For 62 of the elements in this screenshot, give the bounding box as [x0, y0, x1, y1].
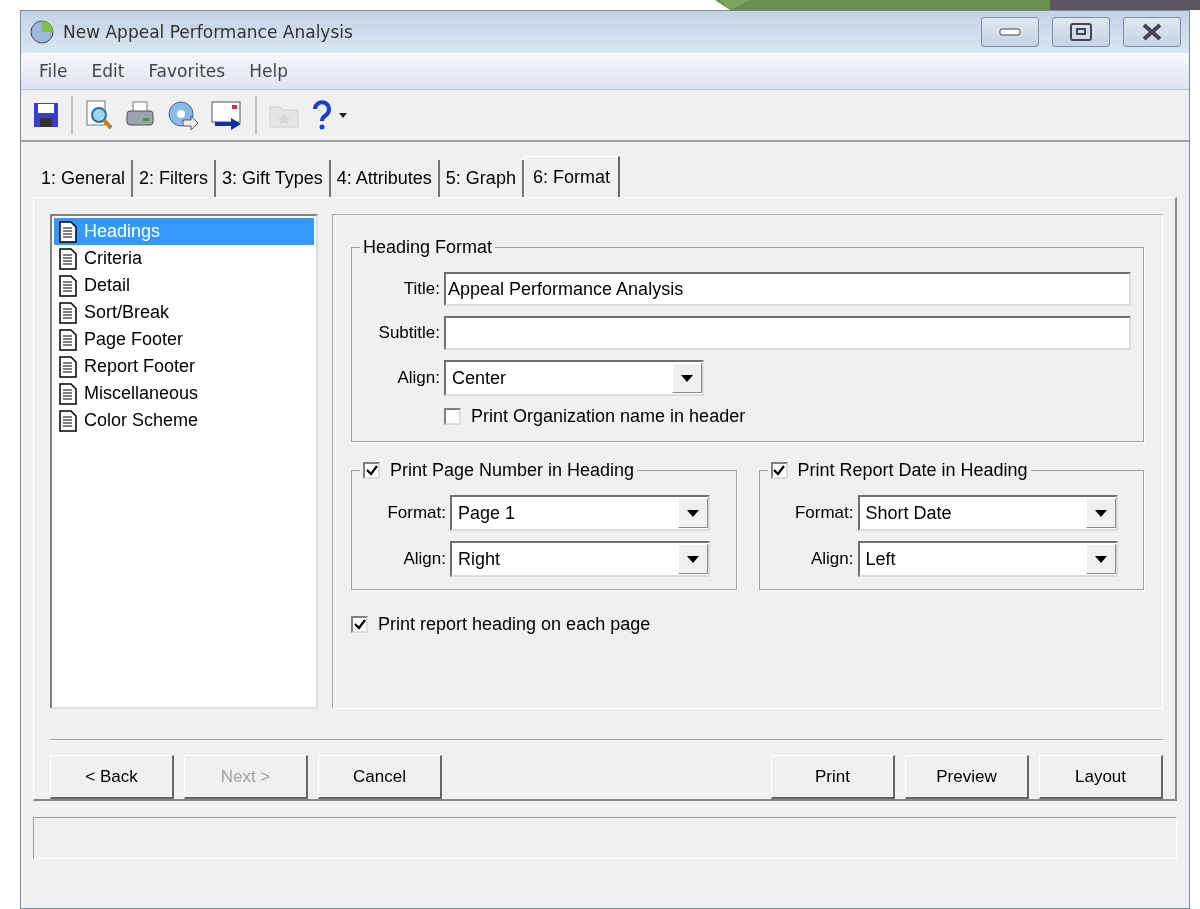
list-item[interactable]: Report Footer: [54, 353, 314, 380]
action-button[interactable]: Layout: [1039, 755, 1163, 799]
minimize-icon: [999, 28, 1021, 36]
list-item[interactable]: Sort/Break: [54, 299, 314, 326]
list-item[interactable]: Miscellaneous: [54, 380, 314, 407]
close-button[interactable]: [1123, 17, 1181, 47]
document-icon: [58, 409, 78, 432]
checkbox-label: Print Report Date in Heading: [797, 460, 1028, 481]
document-icon: [58, 220, 78, 243]
document-icon: [58, 247, 78, 270]
checkbox-label: Print Page Number in Heading: [390, 460, 635, 481]
title-field[interactable]: Appeal Performance Analysis: [444, 272, 1131, 306]
pie-chart-icon: [29, 19, 55, 45]
action-button[interactable]: Print: [771, 755, 895, 799]
menu-item[interactable]: Favorites: [140, 59, 234, 83]
checkbox-label: Print report heading on each page: [378, 614, 651, 635]
mail-arrow-icon[interactable]: [211, 100, 243, 130]
menu-item[interactable]: File: [31, 59, 76, 83]
dropdown[interactable]: Page 1: [450, 495, 710, 531]
list-item[interactable]: Criteria: [54, 245, 314, 272]
checkbox[interactable]: [444, 408, 461, 425]
close-icon: [1141, 23, 1163, 41]
document-icon: [58, 382, 78, 405]
action-button[interactable]: Preview: [905, 755, 1029, 799]
checkbox[interactable]: [770, 462, 788, 479]
field-label: Format:: [793, 503, 854, 523]
menu-item[interactable]: Help: [241, 59, 296, 83]
field-label: Align:: [402, 549, 446, 569]
wizard-button[interactable]: < Back: [50, 755, 174, 799]
window-title: New Appeal Performance Analysis: [63, 22, 354, 42]
save-icon[interactable]: [33, 102, 59, 128]
document-icon: [58, 328, 78, 351]
maximize-button[interactable]: [1052, 17, 1110, 47]
list-item[interactable]: Page Footer: [54, 326, 314, 353]
print-icon[interactable]: [125, 101, 155, 129]
dropdown[interactable]: Right: [450, 541, 710, 577]
preview-icon[interactable]: [85, 100, 113, 130]
field-label: Align:: [809, 549, 854, 569]
list-item[interactable]: Detail: [54, 272, 314, 299]
dropdown[interactable]: Center: [444, 360, 704, 396]
field-label: Subtitle:: [377, 323, 440, 343]
wizard-button[interactable]: Cancel: [318, 755, 442, 799]
checkbox[interactable]: [363, 462, 380, 479]
list-item[interactable]: Color Scheme: [54, 407, 314, 434]
field-label: Format:: [386, 503, 446, 523]
checkbox[interactable]: [351, 616, 368, 633]
dropdown[interactable]: Left: [857, 541, 1118, 577]
subtitle-field[interactable]: [444, 316, 1131, 350]
document-icon: [58, 355, 78, 378]
maximize-icon: [1070, 23, 1092, 41]
field-label: Title:: [402, 279, 440, 299]
tab[interactable]: 6: Format: [523, 156, 620, 197]
group-title: Heading Format: [363, 237, 493, 258]
document-icon: [58, 301, 78, 324]
minimize-button[interactable]: [981, 17, 1039, 47]
document-icon: [58, 274, 78, 297]
checkbox-label: Print Organization name in header: [471, 406, 746, 427]
menu-item[interactable]: Edit: [83, 59, 133, 83]
dropdown[interactable]: Short Date: [857, 495, 1118, 531]
disc-arrow-icon[interactable]: [167, 100, 199, 130]
field-label: Align:: [396, 368, 440, 388]
section-list[interactable]: Headings Criteria Detail Sort/Break Page Footer Report Footer Miscellaneous Color Scheme: [50, 214, 318, 709]
